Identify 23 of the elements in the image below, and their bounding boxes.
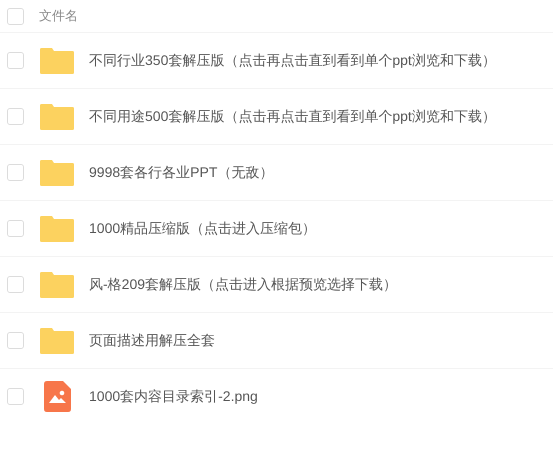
checkbox[interactable] — [7, 8, 24, 24]
checkbox[interactable] — [7, 388, 24, 405]
folder-icon — [40, 328, 74, 354]
folder-icon — [40, 160, 74, 186]
folder-icon — [40, 104, 74, 130]
image-file-icon — [44, 381, 70, 412]
file-name[interactable]: 不同用途500套解压版（点击再点击直到看到单个ppt浏览和下载） — [89, 106, 496, 127]
file-name[interactable]: 页面描述用解压全套 — [89, 330, 215, 351]
file-name[interactable]: 9998套各行各业PPT（无敌） — [89, 162, 274, 183]
checkbox[interactable] — [7, 164, 24, 181]
checkbox[interactable] — [7, 108, 24, 125]
file-name[interactable]: 不同行业350套解压版（点击再点击直到看到单个ppt浏览和下载） — [89, 50, 496, 71]
column-header: 文件名 — [39, 7, 78, 26]
folder-icon — [40, 216, 74, 242]
folder-icon — [40, 272, 74, 298]
file-name[interactable]: 风-格209套解压版（点击进入根据预览选择下载） — [89, 274, 398, 295]
checkbox[interactable] — [7, 332, 24, 349]
checkbox[interactable] — [7, 52, 24, 69]
checkbox[interactable] — [7, 276, 24, 293]
file-name[interactable]: 1000精品压缩版（点击进入压缩包） — [89, 218, 316, 239]
file-name[interactable]: 1000套内容目录索引-2.png — [89, 386, 258, 407]
folder-icon — [40, 48, 74, 74]
checkbox[interactable] — [7, 220, 24, 237]
